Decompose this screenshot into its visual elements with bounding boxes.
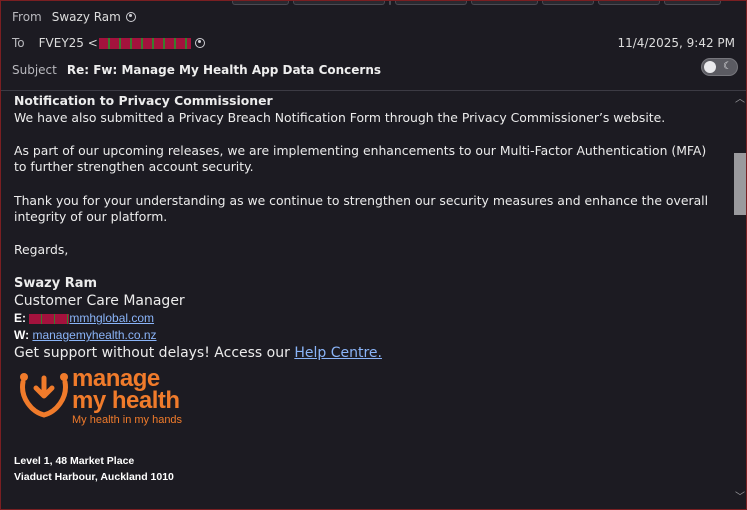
paragraph: We have also submitted a Privacy Breach …: [14, 109, 666, 125]
address-line-2: Viaduct Harbour, Auckland 1010: [14, 471, 174, 483]
subject-row: Subject Re: Fw: Manage My Health App Dat…: [12, 63, 381, 77]
logo-tagline: My health in my hands: [72, 414, 183, 426]
web-line: W: managemyhealth.co.nz: [14, 327, 720, 344]
from-name[interactable]: Swazy Ram: [52, 10, 121, 24]
person-icon[interactable]: [125, 12, 136, 22]
message-body: Notification to Privacy Commissioner We …: [14, 93, 720, 362]
redacted-email: [29, 313, 70, 324]
toolbar-button[interactable]: [471, 0, 538, 5]
email-link[interactable]: mmhglobal.com: [69, 311, 154, 325]
logo-word-myhealth: my health: [72, 387, 180, 414]
scroll-down-arrow[interactable]: ﹀: [735, 493, 745, 503]
support-line: Get support without delays! Access our H…: [14, 344, 720, 362]
toggle-knob: [704, 61, 716, 73]
help-centre-link[interactable]: Help Centre.: [294, 345, 382, 361]
regards-text: Regards,: [14, 242, 69, 258]
signature-title: Customer Care Manager: [14, 293, 185, 310]
scroll-up-arrow[interactable]: ︿: [735, 95, 745, 105]
subject-text: Re: Fw: Manage My Health App Data Concer…: [66, 63, 382, 77]
redacted-email: [98, 37, 191, 49]
from-row: From Swazy Ram: [12, 10, 136, 24]
person-icon[interactable]: [194, 38, 205, 48]
support-text: Get support without delays! Access our: [14, 345, 295, 362]
from-label: From: [12, 10, 42, 24]
toolbar-button[interactable]: [293, 0, 385, 5]
paragraph: Thank you for your understanding as we c…: [14, 192, 709, 225]
section-heading: Notification to Privacy Commissioner: [14, 93, 273, 108]
email-line: E: mmhglobal.com: [14, 310, 720, 327]
signature-name: Swazy Ram: [14, 275, 98, 291]
theme-toggle[interactable]: ☾: [701, 58, 738, 76]
toolbar-button[interactable]: [395, 0, 467, 5]
subject-label: Subject: [12, 63, 57, 77]
to-name[interactable]: FVEY25 <: [39, 36, 98, 50]
address-line-1: Level 1, 48 Market Place: [14, 455, 135, 467]
website-link[interactable]: managemyhealth.co.nz: [32, 328, 156, 342]
toolbar-button[interactable]: [232, 0, 289, 5]
email-label: E:: [14, 311, 26, 326]
moon-icon: ☾: [723, 61, 732, 72]
message-header: From Swazy Ram To FVEY25 < 11/4/2025, 9:…: [0, 0, 747, 91]
header-divider: [0, 90, 747, 91]
toolbar-button[interactable]: [542, 0, 594, 5]
toolbar-button[interactable]: [598, 0, 660, 5]
web-label: W:: [14, 328, 30, 343]
to-row: To FVEY25 <: [12, 36, 205, 50]
to-label: To: [12, 36, 25, 50]
paragraph: As part of our upcoming releases, we are…: [14, 142, 707, 175]
toolbar-button[interactable]: [664, 0, 721, 5]
vertical-scrollbar[interactable]: ︿ ﹀: [730, 91, 747, 510]
logo-mark-icon: [20, 373, 68, 418]
scrollbar-thumb[interactable]: [734, 153, 746, 215]
message-date: 11/4/2025, 9:42 PM: [617, 36, 735, 50]
toolbar-button-stubs: [232, 0, 721, 5]
company-logo: manage my health My health in my hands: [18, 365, 208, 430]
